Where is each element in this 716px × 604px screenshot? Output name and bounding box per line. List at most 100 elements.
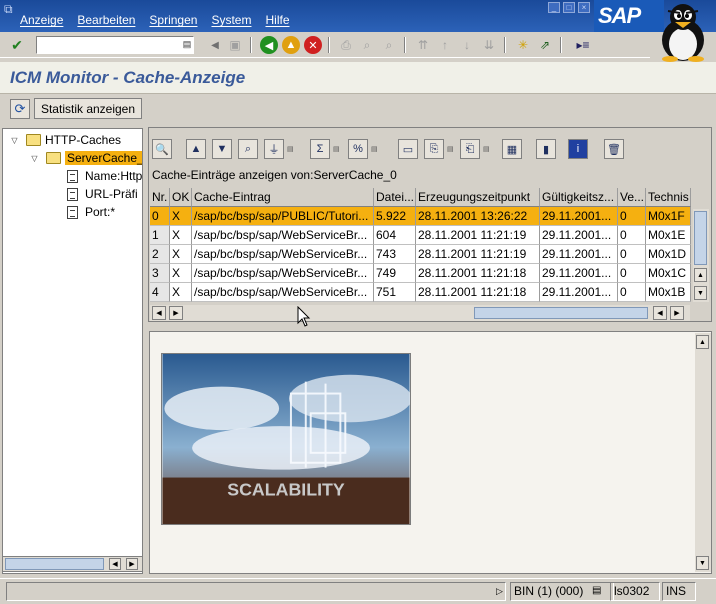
previous-page-icon[interactable]: ↑ [436,36,454,54]
table-row[interactable]: 1 X /sap/bc/bsp/sap/WebServiceBr... 604 … [150,226,691,245]
tree-leaf-name[interactable]: Name:Http [67,167,142,185]
status-mode[interactable]: INS [662,582,696,601]
column-header[interactable]: Nr. [150,188,170,207]
dropdown-icon[interactable]: ▤ [371,145,378,154]
cell-version: 0 [618,283,646,302]
tree-leaf-url-prefix[interactable]: URL-Präfi [67,185,138,203]
table-row[interactable]: 0 X /sap/bc/bsp/sap/PUBLIC/Tutori... 5.9… [150,207,691,226]
status-expand-icon[interactable]: ▷ [496,586,503,597]
status-message [6,582,506,601]
graphic-icon[interactable]: ▮ [536,139,556,159]
tree-horizontal-scrollbar[interactable]: ◀ ▶ [2,556,143,572]
spreadsheet-icon[interactable]: ⎗ [460,139,480,159]
command-history-icon[interactable]: ▤ [182,39,192,51]
last-page-icon[interactable]: ⇊ [480,36,498,54]
scrollbar-thumb[interactable] [5,558,104,570]
delete-icon[interactable]: 🗑 [604,139,624,159]
menu-anzeige[interactable]: Anzeige [20,13,63,27]
find-icon[interactable]: ⌕ [238,139,258,159]
column-header[interactable]: Datei... [374,188,416,207]
menu-bearbeiten[interactable]: Bearbeiten [77,13,135,27]
subtotal-icon[interactable]: % [348,139,368,159]
preview-vertical-scrollbar[interactable]: ▲ ▼ [695,333,711,572]
tree-node-server-cache[interactable]: ▽ ServerCache_ [29,149,142,167]
menu-hilfe[interactable]: Hilfe [265,13,289,27]
dropdown-icon[interactable]: ▤ [287,145,294,154]
cell-cache-entry: /sap/bc/bsp/sap/WebServiceBr... [192,283,374,302]
back-icon[interactable]: ◀ [260,36,278,54]
status-system-icon[interactable]: ▤ [592,585,601,596]
scroll-right-icon[interactable]: ▶ [126,558,138,570]
scroll-right-icon[interactable]: ▶ [169,306,183,320]
cancel-icon[interactable]: ✕ [304,36,322,54]
scrollbar-thumb[interactable] [474,307,648,319]
print-icon[interactable]: ⎙ [337,36,355,54]
minimize-button[interactable]: _ [548,2,560,13]
menu-system[interactable]: System [211,13,251,27]
grid-horizontal-scrollbar[interactable]: ◀ ▶ ◀ ▶ [150,305,690,321]
tree-leaf-label: Port:* [85,205,116,219]
table-row[interactable]: 3 X /sap/bc/bsp/sap/WebServiceBr... 749 … [150,264,691,283]
export-icon[interactable]: ⎘ [424,139,444,159]
next-page-icon[interactable]: ↓ [458,36,476,54]
shortcut-icon[interactable]: ⇗ [536,36,554,54]
scroll-right-icon[interactable]: ▶ [670,306,684,320]
system-menu-icon[interactable]: ⧉ [4,2,18,16]
dropdown-icon[interactable]: ▤ [483,145,490,154]
find-next-icon[interactable]: ⌕ [380,36,398,54]
scroll-left-icon[interactable]: ◀ [109,558,121,570]
column-header[interactable]: OK [170,188,192,207]
show-statistics-button[interactable]: Statistik anzeigen [34,98,142,119]
scroll-left-icon[interactable]: ◀ [152,306,166,320]
column-header[interactable]: Cache-Eintrag [192,188,374,207]
print-preview-icon[interactable]: ▭ [398,139,418,159]
filter-icon[interactable]: ⏚ [264,139,284,159]
scroll-down-icon[interactable]: ▼ [696,556,709,570]
table-row[interactable]: 4 X /sap/bc/bsp/sap/WebServiceBr... 751 … [150,283,691,302]
find-icon[interactable]: ⌕ [358,36,376,54]
help-icon[interactable]: ▸≡ [574,36,592,54]
command-field[interactable]: ▤ [36,36,194,54]
grid-vertical-scrollbar[interactable]: ▲ ▼ [693,209,709,302]
cell-version: 0 [618,245,646,264]
column-header[interactable]: Ve... [618,188,646,207]
scroll-left-icon[interactable]: ◀ [653,306,667,320]
enter-icon[interactable]: ✔ [8,36,26,54]
dropdown-icon[interactable]: ▤ [447,145,454,154]
collapse-toolbar-icon[interactable]: ◀ [206,36,224,54]
tree-node-http-caches[interactable]: ▽ HTTP-Caches [9,131,121,149]
save-icon[interactable]: ▣ [226,36,244,54]
cell-nr: 4 [150,283,170,302]
scroll-up-icon[interactable]: ▲ [696,335,709,349]
tree-node-label: HTTP-Caches [45,133,122,147]
cell-valid-until: 29.11.2001... [540,283,618,302]
refresh-icon[interactable]: ⟳ [10,99,30,119]
menu-items: Anzeige Bearbeiten Springen System Hilfe [20,13,304,27]
details-icon[interactable]: 🔍 [152,139,172,159]
tree-leaf-port[interactable]: Port:* [67,203,115,221]
exit-icon[interactable]: ▲ [282,36,300,54]
maximize-button[interactable]: □ [563,2,575,13]
create-session-icon[interactable]: ✳ [514,36,532,54]
layout-icon[interactable]: ▦ [502,139,522,159]
sort-ascending-icon[interactable]: ▲ [186,139,206,159]
standard-toolbar: ✔ ▤ ◀ ▣ ◀ ▲ ✕ ⎙ ⌕ ⌕ ⇈ ↑ ↓ ⇊ ✳ ⇗ ▸≡ [0,32,650,58]
scrollbar-thumb[interactable] [694,211,707,265]
table-row[interactable]: 2 X /sap/bc/bsp/sap/WebServiceBr... 743 … [150,245,691,264]
column-header[interactable]: Technis [646,188,691,207]
dropdown-icon[interactable]: ▤ [333,145,340,154]
tree-expand-icon[interactable]: ▽ [29,153,40,164]
first-page-icon[interactable]: ⇈ [414,36,432,54]
sum-icon[interactable]: Σ [310,139,330,159]
scroll-up-icon[interactable]: ▲ [694,268,707,282]
sort-descending-icon[interactable]: ▼ [212,139,232,159]
info-icon[interactable]: i [568,139,588,159]
column-header[interactable]: Erzeugungszeitpunkt [416,188,540,207]
scroll-down-icon[interactable]: ▼ [694,286,707,300]
tree-expand-icon[interactable]: ▽ [9,135,20,146]
menu-springen[interactable]: Springen [149,13,197,27]
column-header[interactable]: Gültigkeitsz... [540,188,618,207]
folder-icon [26,134,41,146]
cell-technical: M0x1E [646,226,691,245]
close-window-button[interactable]: × [578,2,590,13]
